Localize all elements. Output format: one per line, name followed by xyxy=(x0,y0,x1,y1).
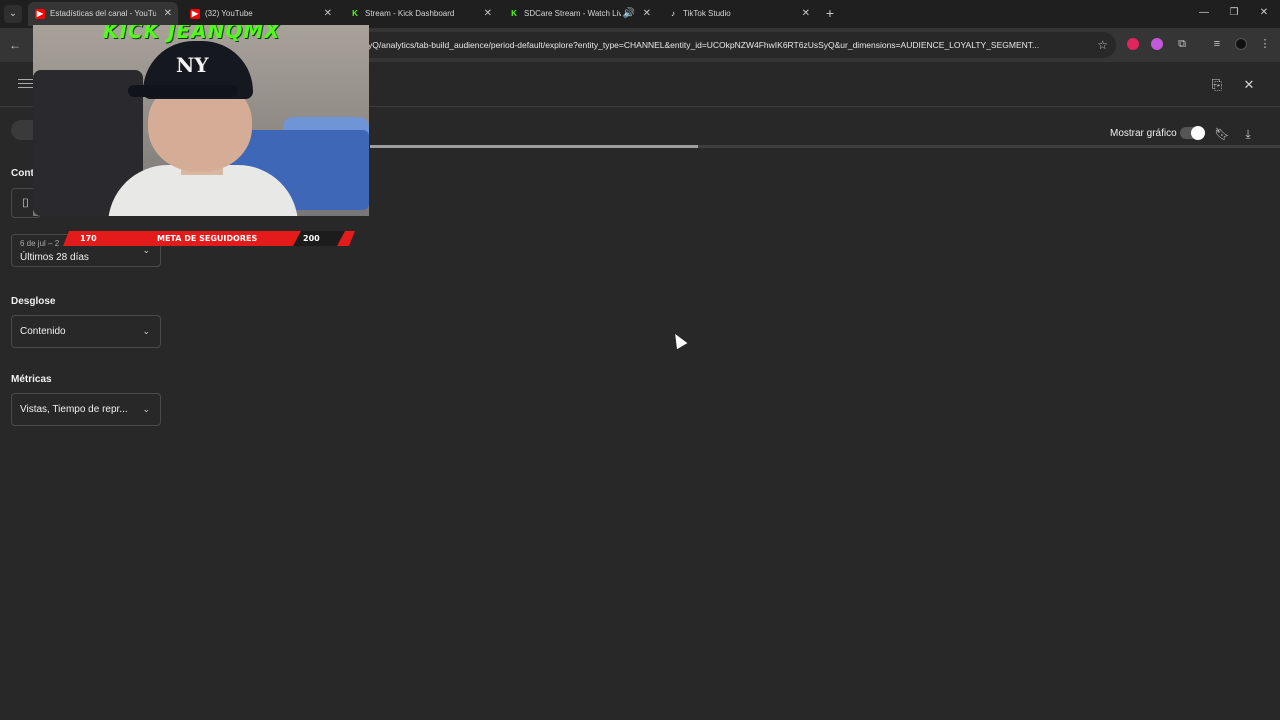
toggle-knob xyxy=(1191,126,1205,140)
metrics-label: Métricas xyxy=(11,374,52,385)
breakdown-select[interactable]: Contenido ⌄ xyxy=(11,315,161,348)
close-icon[interactable]: ✕ xyxy=(1240,76,1258,94)
bookmark-icon[interactable]: 🔖︎ xyxy=(1214,126,1230,142)
media-queue-icon[interactable]: ≡ xyxy=(1208,35,1226,53)
tab-title: TikTok Studio xyxy=(683,9,731,18)
breakdown-value: Contenido xyxy=(20,326,66,337)
tab-title: (32) YouTube xyxy=(205,9,253,18)
tab-close-icon[interactable]: ✕ xyxy=(484,2,492,26)
address-bar[interactable]: yQ/analytics/tab-build_audience/period-d… xyxy=(290,32,1116,58)
extension-red-icon[interactable] xyxy=(1127,38,1139,50)
feedback-icon[interactable]: ⎘ xyxy=(1208,76,1226,94)
goal-target: 200 xyxy=(303,234,320,243)
speaker-icon[interactable]: 🔊 xyxy=(623,2,635,26)
tab-title: Estadísticas del canal - YouTube xyxy=(50,9,156,18)
metrics-select[interactable]: Vistas, Tiempo de repr... ⌄ xyxy=(11,393,161,426)
browser-tab[interactable]: ♪ TikTok Studio ✕ xyxy=(661,2,816,26)
webcam-cap-brim xyxy=(128,85,238,97)
content-section-label: Cont xyxy=(11,168,34,179)
bookmark-star-icon[interactable]: ☆ xyxy=(1097,32,1108,58)
browser-tab[interactable]: ▶ Estadísticas del canal - YouTube ✕ xyxy=(28,2,178,26)
breakdown-label: Desglose xyxy=(11,296,56,307)
loading-progress-bar xyxy=(370,145,1280,148)
tiktok-icon: ♪ xyxy=(671,9,675,18)
back-arrow-icon[interactable]: ← xyxy=(6,36,24,54)
screen: ⌄ ▶ Estadísticas del canal - YouTube ✕ ▶… xyxy=(0,0,1280,720)
tab-search-chevron-icon[interactable]: ⌄ xyxy=(4,5,22,23)
browser-tab[interactable]: K Stream - Kick Dashboard ✕ xyxy=(343,2,498,26)
chevron-down-icon: ⌄ xyxy=(142,326,150,336)
browser-tabstrip: ⌄ ▶ Estadísticas del canal - YouTube ✕ ▶… xyxy=(0,0,1280,28)
tab-close-icon[interactable]: ✕ xyxy=(324,2,332,26)
browser-tab[interactable]: K SDCare Stream - Watch Live 🔊 ✕ xyxy=(502,2,657,26)
hamburger-menu-icon[interactable] xyxy=(18,76,34,90)
stream-channel-title: KICK JEANQMX xyxy=(103,25,281,43)
download-icon[interactable]: ⤓ xyxy=(1240,126,1256,142)
goal-current: 170 xyxy=(80,234,97,243)
metrics-value: Vistas, Tiempo de repr... xyxy=(20,404,128,415)
youtube-icon: ▶ xyxy=(190,9,200,19)
show-chart-label: Mostrar gráfico xyxy=(1110,128,1177,139)
browser-tab[interactable]: ▶ (32) YouTube ✕ xyxy=(183,2,338,26)
window-close-icon[interactable]: ✕ xyxy=(1254,4,1274,22)
profile-avatar[interactable] xyxy=(1235,38,1247,50)
tab-close-icon[interactable]: ✕ xyxy=(802,2,810,26)
tab-title: SDCare Stream - Watch Live xyxy=(524,9,621,18)
minimize-icon[interactable]: — xyxy=(1194,4,1214,22)
youtube-icon: ▶ xyxy=(35,9,45,19)
chevron-down-icon: ⌄ xyxy=(142,404,150,414)
new-tab-icon[interactable]: + xyxy=(822,4,838,22)
url-text[interactable]: yQ/analytics/tab-build_audience/period-d… xyxy=(368,32,1088,58)
extensions-puzzle-icon[interactable]: ⧉ xyxy=(1173,35,1191,53)
goal-label: META DE SEGUIDORES xyxy=(157,234,258,243)
extension-purple-icon[interactable] xyxy=(1151,38,1163,50)
tab-title: Stream - Kick Dashboard xyxy=(365,9,455,18)
cap-logo: NY xyxy=(176,53,209,77)
tab-close-icon[interactable]: ✕ xyxy=(164,2,172,26)
more-menu-icon[interactable]: ⋮ xyxy=(1256,35,1274,53)
kick-icon: K xyxy=(352,9,358,18)
show-chart-toggle[interactable] xyxy=(1180,126,1205,140)
progress-fill xyxy=(370,145,698,148)
kick-icon: K xyxy=(511,9,517,18)
tab-close-icon[interactable]: ✕ xyxy=(643,2,651,26)
restore-icon[interactable]: ❐ xyxy=(1224,4,1244,22)
webcam-overlay: NY KICK JEANQMX xyxy=(33,25,369,216)
follower-goal-bar: 170 META DE SEGUIDORES 200 xyxy=(55,231,345,246)
period-value: Últimos 28 días xyxy=(20,252,89,263)
